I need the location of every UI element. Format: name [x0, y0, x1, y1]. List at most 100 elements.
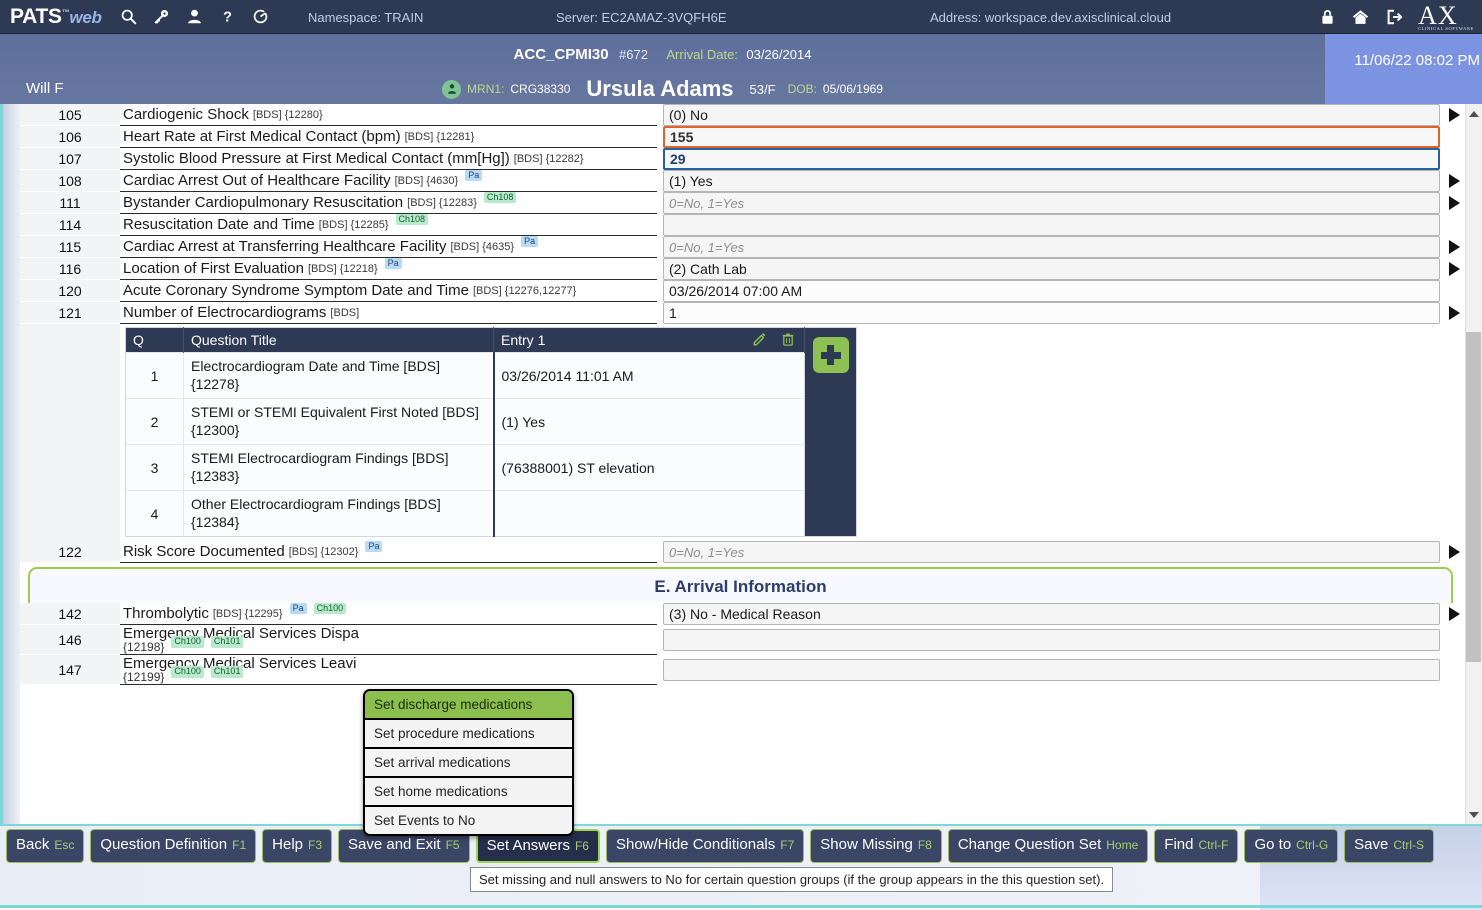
toolbar-button-save[interactable]: Save Ctrl-S [1344, 829, 1435, 863]
toolbar-button-go-to[interactable]: Go to Ctrl-G [1244, 829, 1339, 863]
toolbar-button-shortcut: F6 [574, 839, 589, 853]
help-icon[interactable]: ? [219, 8, 236, 25]
expand-answer-icon[interactable] [1443, 607, 1465, 621]
address-label: Address: workspace.dev.axisclinical.clou… [930, 10, 1172, 25]
context-menu-item[interactable]: Set home medications [365, 778, 572, 807]
logout-icon[interactable] [1385, 8, 1403, 26]
grid-entry-1-value[interactable] [493, 490, 805, 537]
answer-field[interactable] [663, 629, 1440, 651]
home-icon[interactable] [1351, 8, 1370, 26]
patient-avatar-icon [442, 79, 462, 99]
app-logo: PATS™web [10, 4, 102, 28]
question-answer-cell [657, 214, 1465, 236]
grid-entry-1-value[interactable]: (76388001) ST elevation [493, 444, 805, 491]
answer-field[interactable] [663, 214, 1440, 236]
add-entry-button[interactable] [812, 337, 849, 373]
context-menu-item[interactable]: Set procedure medications [365, 720, 572, 749]
grid-q-number: 1 [125, 352, 184, 399]
search-icon[interactable] [120, 8, 137, 25]
toolbar-button-back[interactable]: Back Esc [6, 829, 85, 863]
refresh-icon[interactable] [252, 8, 269, 25]
toolbar-button-help[interactable]: Help F3 [262, 829, 333, 863]
question-title-cell: Acute Coronary Syndrome Symptom Date and… [120, 280, 657, 302]
answer-field[interactable]: (2) Cath Lab [663, 258, 1440, 280]
question-title-cell: Number of Electrocardiograms [BDS] [120, 302, 657, 324]
key-icon[interactable] [153, 8, 170, 25]
answer-field[interactable]: 0=No, 1=Yes [663, 541, 1440, 563]
question-answer-cell: (0) No [657, 104, 1465, 126]
patient-age-sex: 53/F [749, 81, 776, 97]
delete-icon[interactable] [781, 332, 795, 347]
question-title-cell: Emergency Medical Services Dispa {12198} C… [120, 625, 657, 655]
toolbar-button-question-definition[interactable]: Question Definition F1 [90, 829, 257, 863]
account-line: ACC_CPMI30 #672 Arrival Date: 03/26/2014 [0, 46, 1325, 64]
answer-field[interactable]: 03/26/2014 07:00 AM [663, 280, 1440, 302]
grid-row: 1 Electrocardiogram Date and Time [BDS] {… [125, 352, 805, 399]
context-menu-item[interactable]: Set Events to No [365, 807, 572, 834]
answer-field[interactable]: 29 [663, 148, 1440, 170]
expand-answer-icon[interactable] [1443, 174, 1465, 188]
context-menu-item[interactable]: Set discharge medications [365, 691, 572, 720]
toolbar-button-label: Show/Hide Conditionals [615, 836, 776, 853]
expand-answer-icon[interactable] [1443, 240, 1465, 254]
answer-field[interactable]: 0=No, 1=Yes [663, 192, 1440, 214]
answer-field[interactable]: (1) Yes [663, 170, 1440, 192]
question-row: 121 Number of Electrocardiograms [BDS] 1 [20, 302, 1465, 324]
set-answers-context-menu[interactable]: Set discharge medications Set procedure m… [363, 689, 574, 836]
question-meta: [BDS] {12282} [513, 152, 584, 165]
arrival-date-value: 03/26/2014 [746, 47, 812, 62]
grid-q-number: 4 [125, 490, 184, 537]
question-title-line2: {12199} Ch100 Ch101 [123, 666, 653, 684]
user-icon[interactable] [186, 8, 203, 25]
answer-field[interactable]: 0=No, 1=Yes [663, 236, 1440, 258]
grid-header-entry-1-label: Entry 1 [501, 332, 546, 348]
answer-field[interactable]: 1 [663, 302, 1440, 324]
question-number: 121 [20, 302, 120, 324]
toolbar-button-change-question-set[interactable]: Change Question Set Home [947, 829, 1149, 863]
question-title-line2: {12198} Ch100 Ch101 [123, 636, 653, 654]
question-row: 111 Bystander Cardiopulmonary Resuscitati… [20, 191, 1465, 214]
toolbar-button-label: Question Definition [100, 836, 228, 853]
expand-answer-icon[interactable] [1443, 545, 1465, 559]
toolbar-button-show-hide-conditionals[interactable]: Show/Hide Conditionals F7 [605, 829, 805, 863]
expand-answer-icon[interactable] [1443, 196, 1465, 210]
question-title-cell: Cardiogenic Shock [BDS] {12280} [120, 104, 657, 126]
edit-icon[interactable] [752, 332, 767, 347]
toolbar-button-label: Find [1164, 836, 1194, 853]
question-code: {12199} [123, 670, 165, 684]
context-menu-item[interactable]: Set arrival medications [365, 749, 572, 778]
question-title-text: Cardiogenic Shock [123, 106, 249, 123]
lock-icon[interactable] [1319, 8, 1336, 26]
grid-entry-1-value[interactable]: 03/26/2014 11:01 AM [493, 352, 805, 399]
grid-question-title: STEMI Electrocardiogram Findings [BDS] {… [183, 444, 495, 491]
answer-field[interactable]: 155 [663, 126, 1440, 148]
left-gutter [0, 104, 20, 824]
answer-field[interactable]: (0) No [663, 104, 1440, 126]
question-answer-cell [657, 625, 1465, 655]
electrocardiogram-grid: Q Question Title Entry 1 1 Electrocardiogram… [125, 327, 805, 537]
grid-entry-1-value[interactable]: (1) Yes [493, 398, 805, 445]
grid-row: 2 STEMI or STEMI Equivalent First Noted [… [125, 398, 805, 445]
grid-side-panel [805, 327, 857, 537]
expand-answer-icon[interactable] [1443, 262, 1465, 276]
scroll-up-icon[interactable] [1466, 105, 1481, 122]
context-menu-item-label: Set discharge medications [374, 697, 533, 712]
toolbar-button-find[interactable]: Find Ctrl-F [1154, 829, 1239, 863]
question-badge-ch100: Ch100 [313, 602, 347, 615]
question-title-cell: Risk Score Documented [BDS] {12302} Pa [120, 540, 657, 563]
vertical-scrollbar[interactable] [1465, 104, 1482, 824]
question-meta: [BDS] {4635} [450, 240, 515, 253]
expand-answer-icon[interactable] [1443, 108, 1465, 122]
question-title-cell: Resuscitation Date and Time [BDS] {12285}… [120, 213, 657, 236]
namespace-label: Namespace: TRAIN [308, 10, 424, 25]
scrollbar-thumb[interactable] [1466, 332, 1481, 662]
patient-line: MRN1: CRG38330 Ursula Adams 53/F DOB: 05… [0, 76, 1325, 102]
question-title-text: Thrombolytic [123, 605, 209, 622]
expand-answer-icon[interactable] [1443, 306, 1465, 320]
question-number: 146 [20, 625, 120, 655]
question-row: 116 Location of First Evaluation [BDS] {12… [20, 257, 1465, 280]
toolbar-button-show-missing[interactable]: Show Missing F8 [810, 829, 942, 863]
answer-field[interactable]: (3) No - Medical Reason [663, 603, 1440, 625]
scroll-down-icon[interactable] [1466, 806, 1481, 823]
answer-field[interactable] [663, 659, 1440, 681]
